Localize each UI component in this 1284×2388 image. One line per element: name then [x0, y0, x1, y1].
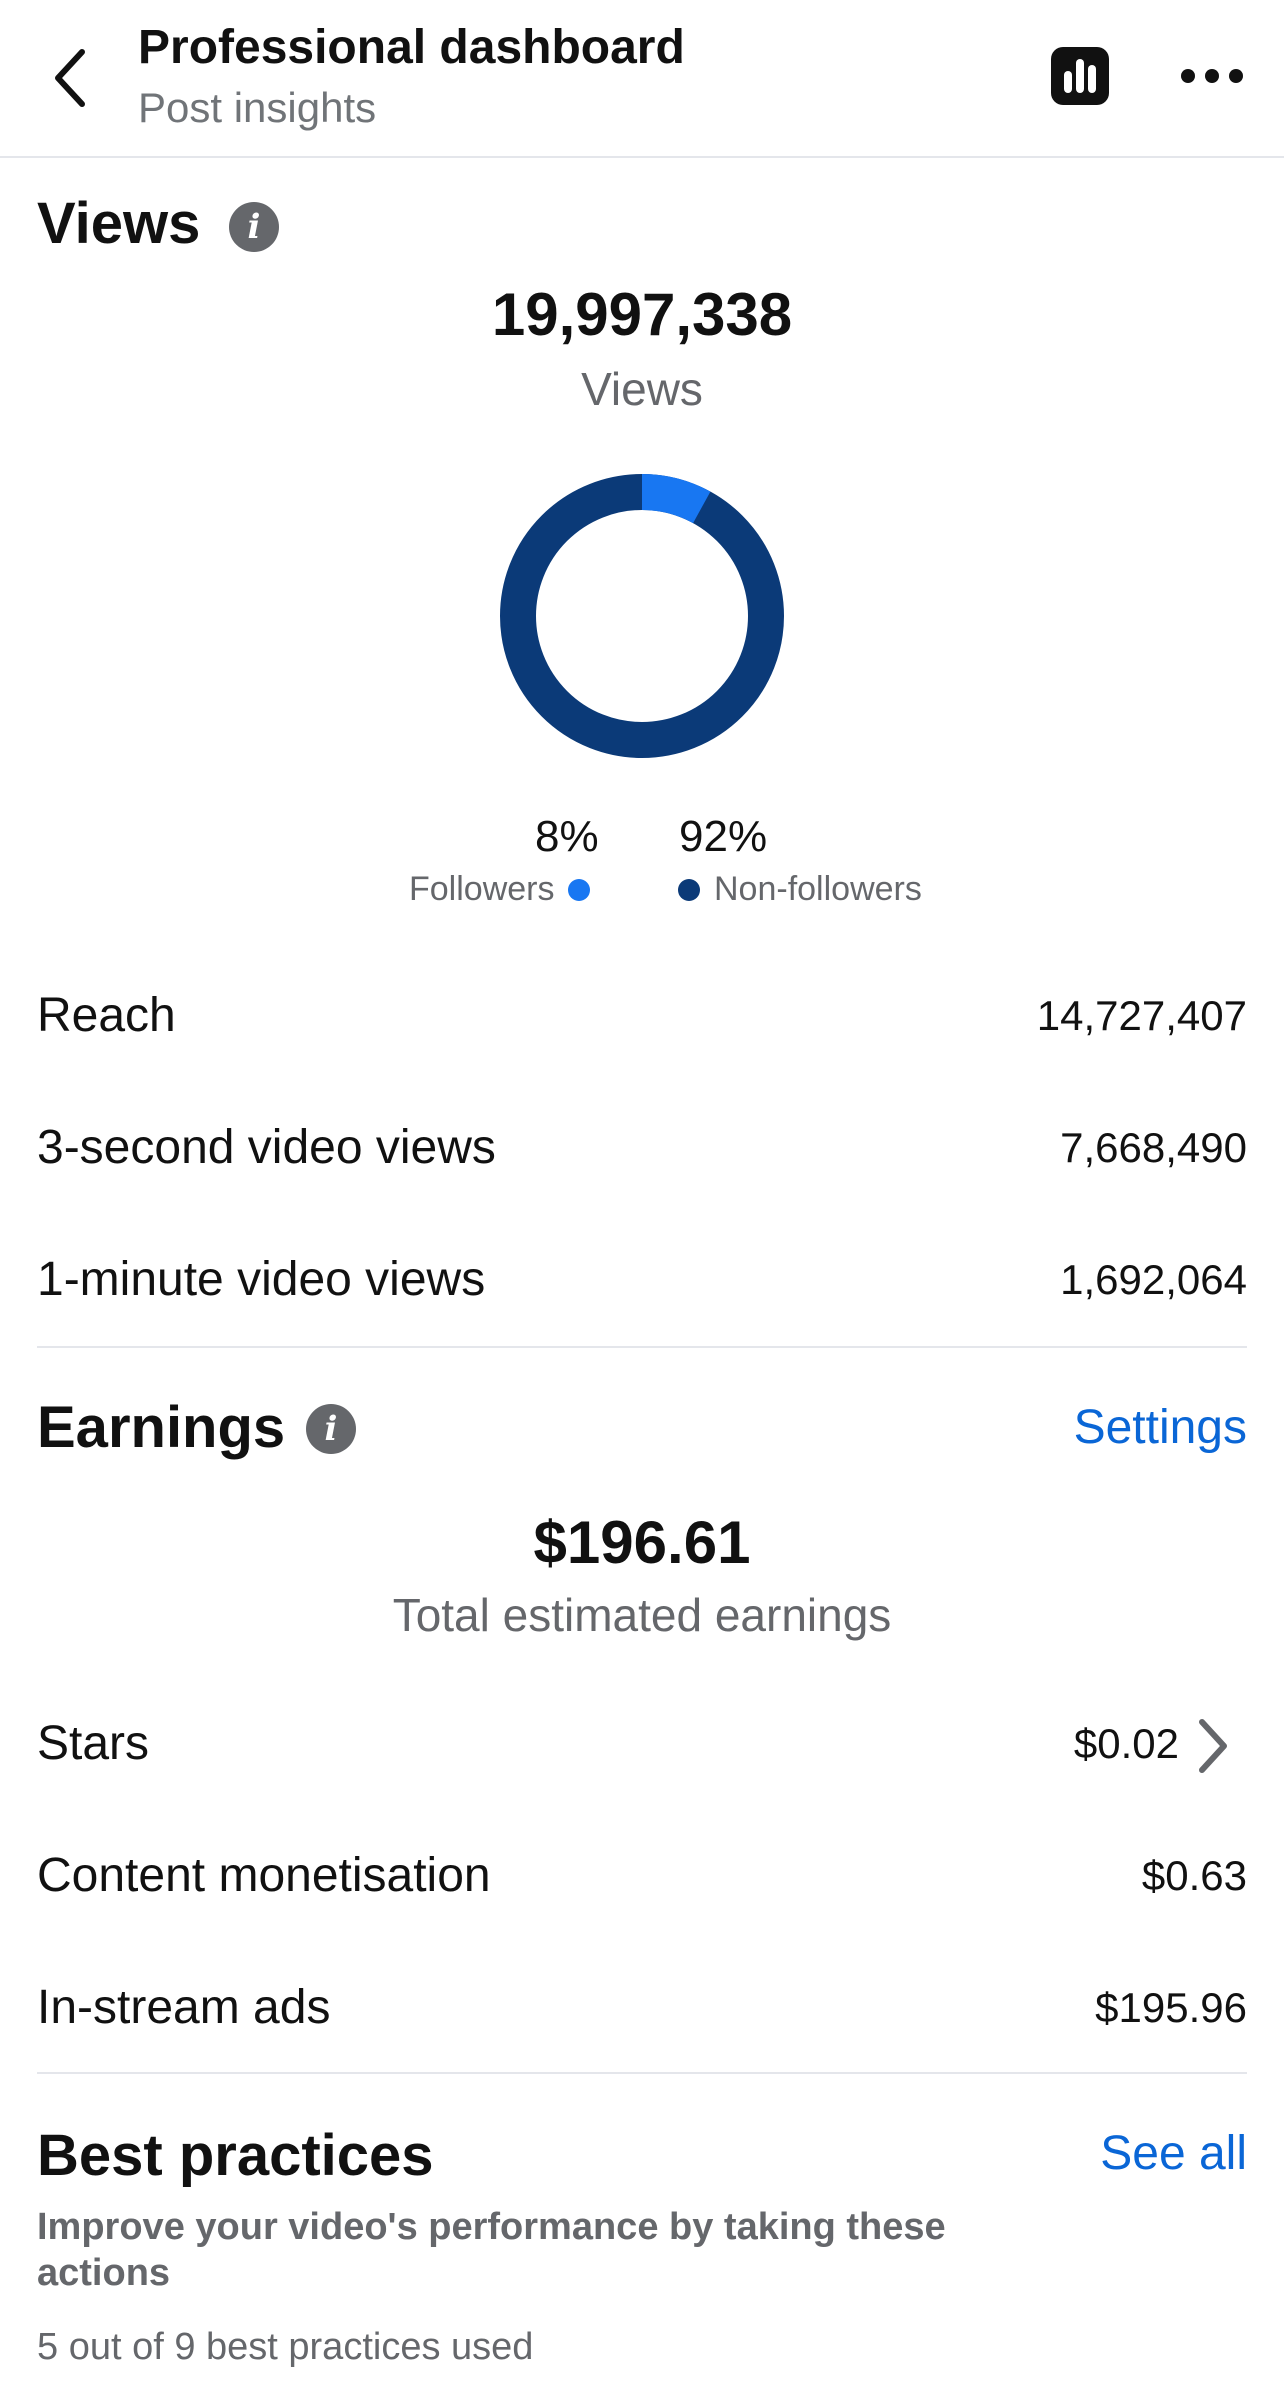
divider	[37, 1346, 1247, 1348]
info-icon[interactable]: i	[229, 202, 279, 252]
earnings-total-label: Total estimated earnings	[392, 1589, 892, 1641]
best-practices-title: Best practices	[37, 2123, 434, 2188]
insights-button[interactable]	[1048, 44, 1112, 108]
views-section-title: Views	[37, 191, 201, 256]
non-followers-legend-label: Non-followers	[714, 870, 922, 908]
page-title: Professional dashboard	[138, 21, 685, 74]
best-practices-count: 5 out of 9 best practices used	[37, 2326, 534, 2368]
metric-value-3s-views: 7,668,490	[1060, 1124, 1247, 1171]
earnings-total: $196.61	[533, 1509, 751, 1576]
non-followers-percent: 92%	[679, 812, 768, 861]
best-practices-see-all-link[interactable]: See all	[1100, 2126, 1247, 2181]
earnings-label-content-monetisation: Content monetisation	[37, 1849, 491, 1902]
followers-dot	[568, 878, 591, 901]
page-subtitle: Post insights	[138, 84, 377, 131]
followers-percent: 8%	[535, 812, 599, 861]
info-icon[interactable]: i	[306, 1404, 356, 1454]
more-options-button[interactable]	[1180, 44, 1244, 108]
more-horizontal-icon	[1181, 69, 1243, 83]
views-total: 19,997,338	[491, 281, 793, 348]
earnings-value-stars: $0.02	[1073, 1720, 1179, 1767]
chevron-right-icon	[1199, 1719, 1227, 1773]
donut-non-followers-arc	[500, 474, 784, 758]
followers-legend: Followers	[409, 870, 591, 909]
views-total-label: Views	[581, 363, 703, 415]
followers-legend-label: Followers	[409, 870, 555, 908]
top-bar: Professional dashboard Post insights	[0, 0, 1284, 158]
back-button[interactable]	[42, 38, 98, 118]
earnings-label-in-stream-ads: In-stream ads	[37, 1981, 331, 2034]
earnings-value-content-monetisation: $0.63	[1141, 1852, 1247, 1899]
metric-label-3s-views: 3-second video views	[37, 1121, 496, 1174]
metric-label-1m-views: 1-minute video views	[37, 1253, 486, 1306]
metric-value-reach: 14,727,407	[1036, 992, 1247, 1039]
bar-chart-icon	[1051, 47, 1109, 105]
earnings-row-stars[interactable]: Stars $0.02	[0, 1700, 1284, 1790]
non-followers-legend: Non-followers	[678, 870, 922, 909]
views-donut-chart	[500, 474, 784, 758]
metric-label-reach: Reach	[37, 989, 176, 1042]
earnings-settings-link[interactable]: Settings	[1074, 1400, 1247, 1455]
earnings-value-in-stream-ads: $195.96	[1095, 1984, 1247, 2031]
metric-value-1m-views: 1,692,064	[1060, 1256, 1247, 1303]
divider	[37, 2072, 1247, 2074]
earnings-section-title: Earnings	[37, 1395, 286, 1460]
earnings-label-stars: Stars	[37, 1717, 150, 1770]
non-followers-dot	[678, 878, 700, 901]
chevron-left-icon	[55, 49, 85, 107]
best-practices-description: Improve your video's performance by taki…	[37, 2206, 946, 2294]
